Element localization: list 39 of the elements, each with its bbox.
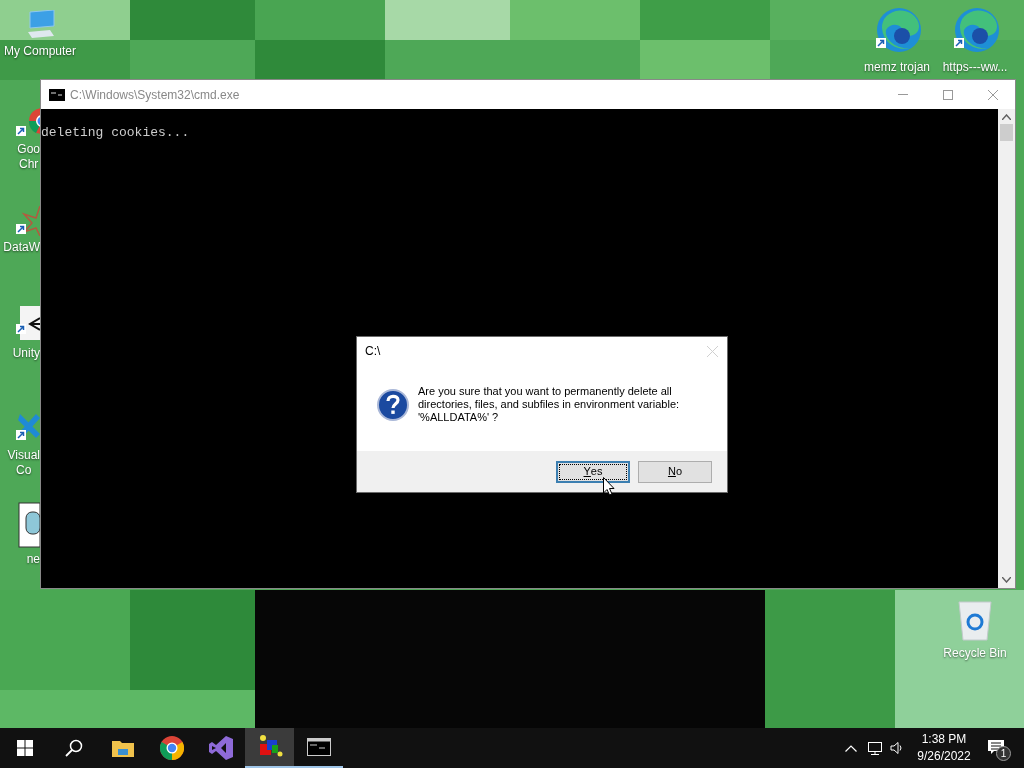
minimize-icon <box>897 94 908 95</box>
taskbar-button[interactable] <box>245 728 294 768</box>
dialog-message: Are you sure that you want to permanently delete all directories, files, and subfiles in environment variable: '%ALLDATA%' ? <box>418 385 680 424</box>
console-icon <box>49 88 65 101</box>
windows-logo-icon[interactable] <box>16 740 33 756</box>
maximize-icon <box>942 89 953 100</box>
icon-label: Goo Chr <box>17 142 40 172</box>
recycle-bin-icon <box>955 598 995 642</box>
question-icon <box>377 389 409 421</box>
icon-label: Recycle Bin <box>943 646 1007 661</box>
chevron-up-icon[interactable] <box>845 744 857 752</box>
icon-label: https---ww... <box>942 60 1008 75</box>
window-title: C:\Windows\System32\cmd.exe <box>70 86 240 104</box>
document-icon <box>18 502 40 548</box>
notification-badge: 1 <box>996 746 1011 761</box>
clock-time[interactable]: 1:38 PM <box>921 731 967 748</box>
console-icon[interactable] <box>306 738 331 756</box>
network-icon[interactable] <box>867 741 883 755</box>
folder-icon[interactable] <box>111 739 134 757</box>
speaker-icon[interactable] <box>890 741 904 755</box>
search-icon[interactable] <box>64 739 83 757</box>
icon-label: ne <box>26 552 40 567</box>
dialog-title: C:\ <box>365 343 381 360</box>
close-icon <box>987 89 998 100</box>
icon-label: Unity <box>12 346 40 361</box>
scrollbar[interactable] <box>998 109 1015 588</box>
icon-label: DataW <box>3 240 40 255</box>
star-icon <box>16 206 40 236</box>
console-line: deleting cookies... <box>41 125 191 141</box>
clock-date[interactable]: 9/26/2022 <box>917 748 971 765</box>
icon-label: memz trojan <box>864 60 930 75</box>
dialog-button[interactable]: Yes <box>556 460 630 483</box>
chrome-icon[interactable] <box>159 736 184 760</box>
infinity-ribbon-icon[interactable] <box>208 736 233 760</box>
icon-label: My Computer <box>4 44 76 59</box>
icon-label: Visual Co <box>7 448 40 478</box>
unity-icon <box>16 306 40 342</box>
dialog-button[interactable]: No <box>638 460 712 483</box>
scrollbar-thumb[interactable] <box>1000 124 1013 141</box>
